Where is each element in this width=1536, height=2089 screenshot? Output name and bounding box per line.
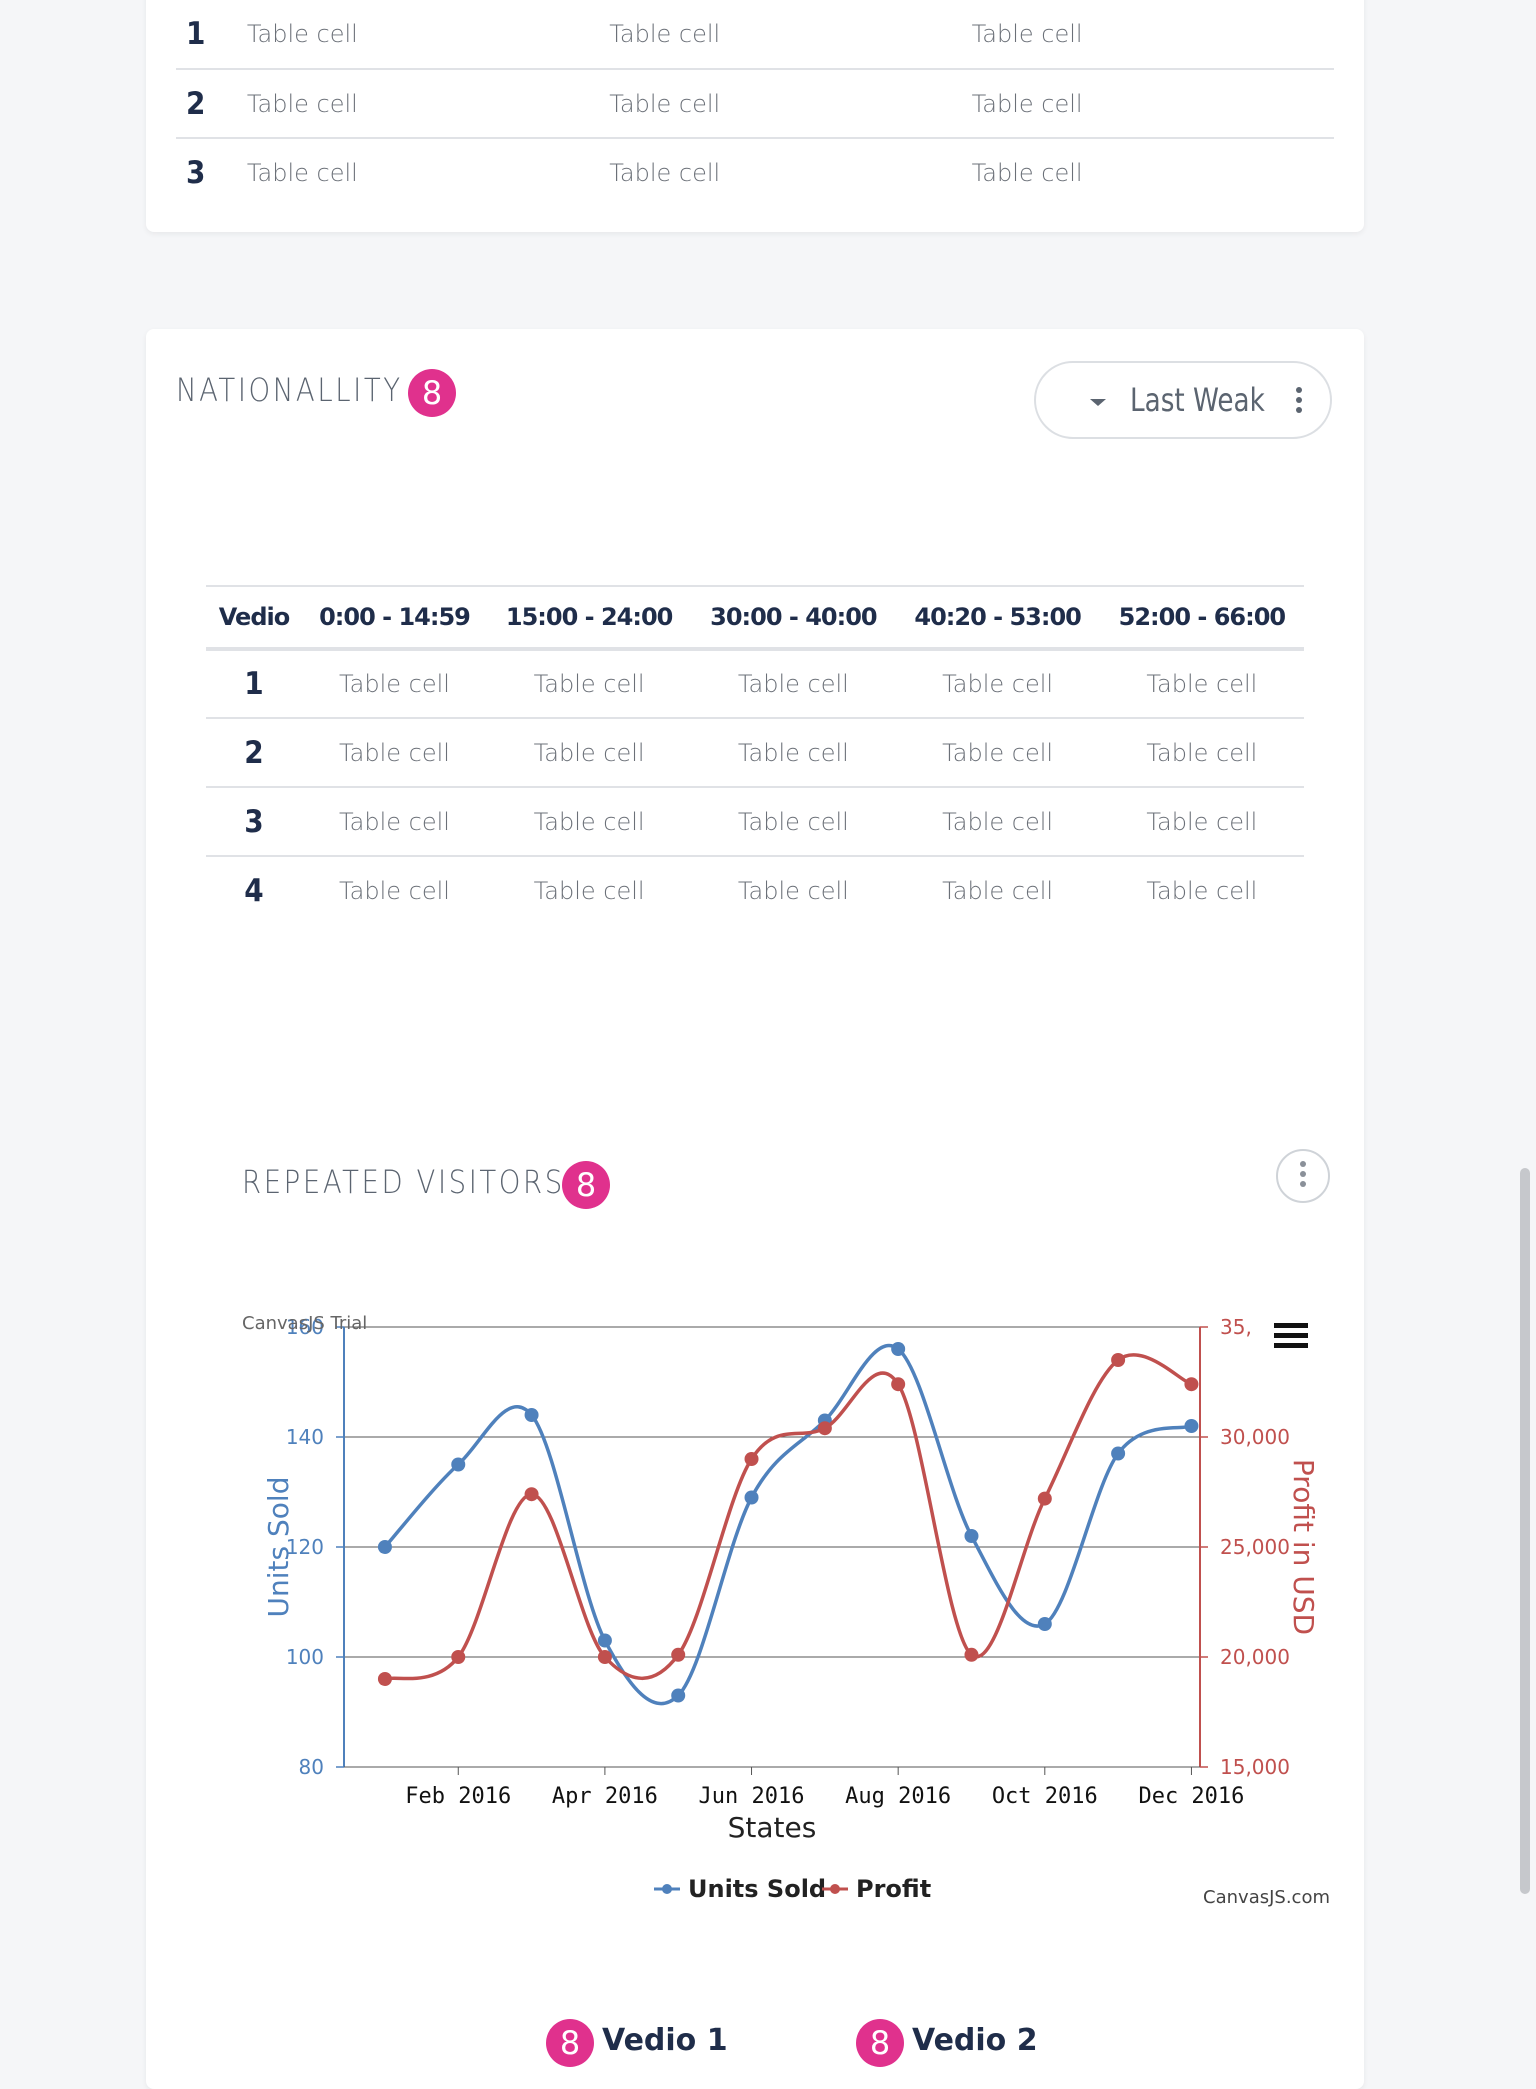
table-row: 2 Table cell Table cell Table cell: [176, 69, 1334, 138]
profit-point: [891, 1377, 906, 1392]
y2-tick-label: 35,: [1220, 1315, 1252, 1339]
y2-axis-title: Profit in USD: [1287, 1459, 1320, 1635]
profit-point: [964, 1647, 979, 1662]
nationality-card: NATIONALLITY 8 Last Weak Vedio 0:00 - 14:…: [146, 329, 1364, 2089]
profit-point: [451, 1650, 466, 1664]
units-sold-point: [1037, 1617, 1052, 1631]
x-tick-label: Apr 2016: [552, 1784, 658, 1809]
video-legend-label: Vedio 2: [912, 2023, 1038, 2058]
units-sold-point: [671, 1688, 686, 1703]
table-row: 3 Table cell Table cell Table cell: [176, 138, 1334, 207]
hamburger-icon: [1274, 1323, 1308, 1328]
units-sold-point: [377, 1540, 392, 1554]
y2-tick-label: 15,000: [1220, 1755, 1290, 1779]
top-table: 1 Table cell Table cell Table cell 2 Table ce…: [176, 0, 1334, 207]
profit-point: [1184, 1377, 1199, 1392]
hamburger-icon: [1274, 1333, 1308, 1338]
video-legend-label: Vedio 1: [602, 2023, 728, 2058]
units-sold-line: [383, 1344, 1193, 1706]
y-tick-label: 80: [299, 1755, 324, 1779]
table-cell: Table cell: [246, 20, 358, 48]
table-row: 1 Table cell Table cell Table cell: [176, 0, 1334, 69]
profit-point: [671, 1647, 686, 1662]
table-cell: Table cell: [971, 159, 1083, 187]
units-sold-point: [1111, 1446, 1126, 1461]
profit-point: [524, 1487, 539, 1502]
units-sold-point: [964, 1529, 979, 1543]
x-tick-label: Feb 2016: [405, 1784, 511, 1809]
profit-point: [817, 1421, 832, 1436]
legend-label: Units Sold: [688, 1875, 826, 1903]
x-tick-label: Dec 2016: [1138, 1784, 1244, 1809]
profit-point: [1037, 1491, 1052, 1506]
units-sold-point: [597, 1633, 612, 1648]
profit-point: [597, 1650, 612, 1664]
table-cell: Table cell: [246, 159, 358, 187]
row-number: 3: [186, 155, 206, 191]
table-cell: Table cell: [971, 89, 1083, 118]
profit-point: [744, 1452, 759, 1466]
units-sold-point: [451, 1457, 466, 1472]
x-tick-label: Oct 2016: [992, 1784, 1098, 1809]
legend-marker-dot: [662, 1884, 672, 1894]
table-cell: Table cell: [609, 89, 721, 118]
profit-point: [377, 1672, 392, 1686]
video-legend-badge: 8: [856, 2019, 904, 2067]
table-cell: Table cell: [971, 20, 1083, 48]
repeated-visitors-chart: 8010012014016015,00020,00025,00030,00035…: [242, 1313, 1330, 1908]
legend-marker-dot: [830, 1884, 840, 1894]
units-sold-point: [891, 1342, 906, 1356]
y-tick-label: 100: [286, 1645, 324, 1669]
y2-tick-label: 25,000: [1220, 1535, 1290, 1559]
x-tick-label: Aug 2016: [845, 1784, 951, 1809]
chart-watermark: CanvasJS Trial: [242, 1313, 367, 1334]
table-cell: Table cell: [609, 20, 721, 48]
profit-point: [1111, 1353, 1126, 1367]
units-sold-point: [744, 1490, 759, 1505]
legend-label: Profit: [856, 1875, 931, 1903]
row-number: 2: [186, 85, 206, 122]
chart-credit: CanvasJS.com: [1203, 1887, 1330, 1908]
table-cell: Table cell: [246, 89, 358, 118]
top-table-card: 1 Table cell Table cell Table cell 2 Table ce…: [146, 0, 1364, 232]
video-legend-badge: 8: [546, 2019, 594, 2067]
x-axis-title: States: [728, 1811, 817, 1844]
page-scrollbar[interactable]: [1520, 1168, 1530, 1894]
units-sold-point: [1184, 1419, 1199, 1433]
profit-line: [384, 1353, 1193, 1681]
y2-tick-label: 30,000: [1220, 1425, 1290, 1449]
x-tick-label: Jun 2016: [699, 1784, 805, 1809]
y-axis-title: Units Sold: [262, 1477, 295, 1618]
y2-tick-label: 20,000: [1220, 1645, 1290, 1669]
y-tick-label: 140: [286, 1425, 324, 1449]
row-number: 1: [186, 16, 206, 52]
hamburger-icon: [1274, 1343, 1308, 1348]
table-cell: Table cell: [609, 159, 721, 187]
units-sold-point: [524, 1408, 539, 1422]
